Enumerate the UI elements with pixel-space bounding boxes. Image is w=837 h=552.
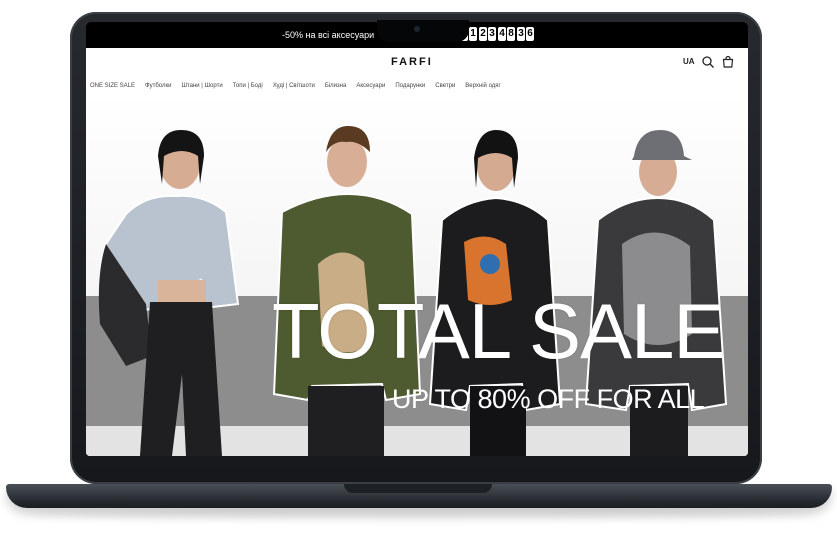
nav-item[interactable]: Білизна xyxy=(325,83,347,89)
nav-item[interactable]: Подарунки xyxy=(395,83,425,89)
nav-item[interactable]: Худі | Світшоти xyxy=(273,83,315,89)
countdown-digit: 1 xyxy=(469,27,477,41)
countdown-digit: 2 xyxy=(479,27,487,41)
hero-subtitle: UP TO 80% OFF FOR ALL xyxy=(392,384,705,414)
nav-item[interactable]: Топи | Боді xyxy=(233,83,263,89)
countdown-digit: 4 xyxy=(498,27,506,41)
promo-text[interactable]: -50% на всі аксесуари xyxy=(282,30,374,40)
nav-item[interactable]: ONE SIZE SALE xyxy=(90,83,135,89)
nav-item[interactable]: Аксесуари xyxy=(356,83,385,89)
camera-notch xyxy=(377,20,469,42)
laptop-screen: -50% на всі аксесуари 01234836 FARFI UA … xyxy=(86,22,748,456)
countdown-timer: 01234836 xyxy=(460,27,534,41)
camera-icon xyxy=(414,26,420,32)
countdown-digit: 6 xyxy=(526,27,534,41)
countdown-minutes: 48 xyxy=(498,27,515,41)
hero-title: TOTAL SALE xyxy=(272,287,725,375)
model-1 xyxy=(98,130,240,456)
nav-item[interactable]: Штани | Шорти xyxy=(181,83,222,89)
countdown-hours: 23 xyxy=(479,27,496,41)
countdown-digit: 3 xyxy=(517,27,525,41)
nav-item[interactable]: Футболки xyxy=(145,83,171,89)
hero-banner[interactable]: TOTAL SALE UP TO 80% OFF FOR ALL xyxy=(86,94,748,456)
laptop-trackpad-lip xyxy=(344,484,492,493)
laptop-shadow xyxy=(30,508,810,520)
countdown-digit: 8 xyxy=(507,27,515,41)
site-logo[interactable]: FARFI xyxy=(391,56,433,68)
language-switcher[interactable]: UA xyxy=(683,57,695,66)
countdown-digit: 3 xyxy=(488,27,496,41)
main-navigation: ONE SIZE SALE Футболки Штани | Шорти Топи |… xyxy=(86,78,748,95)
countdown-seconds: 36 xyxy=(517,27,534,41)
search-icon[interactable] xyxy=(700,54,716,70)
nav-item[interactable]: Светри xyxy=(435,83,455,89)
cart-icon[interactable] xyxy=(720,54,736,70)
nav-item[interactable]: Верхній одяг xyxy=(465,83,500,89)
site-header: FARFI UA xyxy=(86,48,748,78)
